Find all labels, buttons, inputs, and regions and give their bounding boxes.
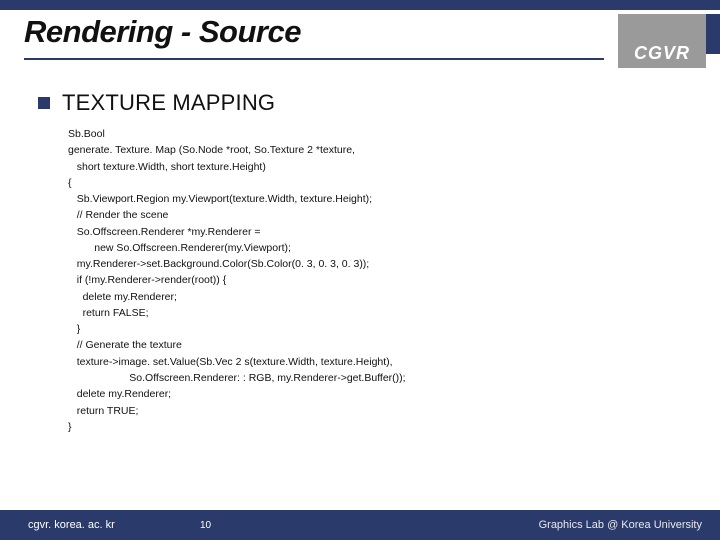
heading-row: TEXTURE MAPPING bbox=[38, 90, 700, 116]
top-bar bbox=[0, 0, 720, 10]
section-heading: TEXTURE MAPPING bbox=[62, 90, 275, 116]
footer-page-number: 10 bbox=[200, 520, 211, 531]
title-underline bbox=[24, 58, 604, 60]
slide-title: Rendering - Source bbox=[24, 14, 720, 50]
code-block: Sb.Bool generate. Texture. Map (So.Node … bbox=[68, 126, 700, 435]
footer-bar: cgvr. korea. ac. kr 10 Graphics Lab @ Ko… bbox=[0, 510, 720, 540]
title-area: Rendering - Source bbox=[24, 14, 720, 80]
footer-credit: Graphics Lab @ Korea University bbox=[539, 519, 702, 531]
square-bullet-icon bbox=[38, 97, 50, 109]
logo-block: CGVR bbox=[618, 14, 706, 68]
content-area: TEXTURE MAPPING Sb.Bool generate. Textur… bbox=[38, 90, 700, 435]
footer-url: cgvr. korea. ac. kr bbox=[0, 519, 115, 531]
logo-text: CGVR bbox=[618, 43, 706, 64]
logo-accent bbox=[706, 14, 720, 54]
